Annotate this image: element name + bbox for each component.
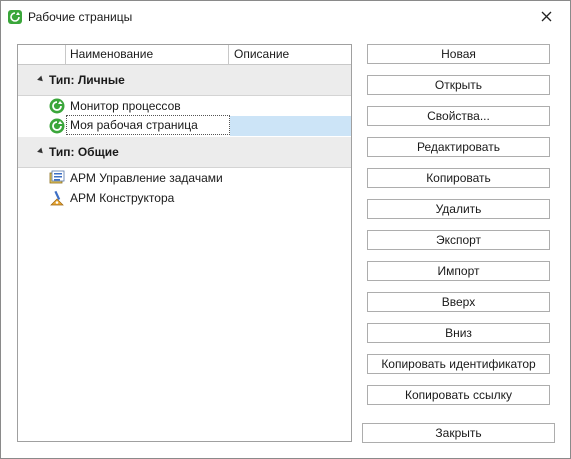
close-window-button[interactable]	[536, 7, 558, 27]
close-icon	[541, 11, 552, 22]
group-personal[interactable]: Тип: Личные	[18, 65, 351, 96]
table-row[interactable]: АРМ Конструктора	[18, 188, 351, 208]
table-row[interactable]: Монитор процессов	[18, 96, 351, 116]
row-name: Монитор процессов	[70, 99, 181, 113]
table-row[interactable]: АРМ Управление задачами	[18, 168, 351, 188]
move-up-button[interactable]: Вверх	[367, 292, 550, 312]
move-down-button[interactable]: Вниз	[367, 323, 550, 343]
group-label: Тип: Общие	[49, 145, 119, 159]
designer-icon	[50, 190, 64, 206]
dialog-window: Рабочие страницы Наименование Описание Т…	[0, 0, 571, 459]
open-button[interactable]: Открыть	[367, 75, 550, 95]
selection-highlight	[230, 116, 351, 136]
grid-header: Наименование Описание	[18, 45, 351, 65]
import-button[interactable]: Импорт	[367, 261, 550, 281]
row-name: Моя рабочая страница	[66, 115, 230, 135]
copy-button[interactable]: Копировать	[367, 168, 550, 188]
close-button[interactable]: Закрыть	[362, 423, 555, 443]
app-icon	[8, 10, 22, 24]
task-manager-icon	[49, 170, 65, 184]
group-shared[interactable]: Тип: Общие	[18, 137, 351, 168]
workpages-grid[interactable]: Наименование Описание Тип: Личные Монито…	[17, 44, 352, 442]
collapse-arrow-icon[interactable]	[37, 75, 45, 84]
group-label: Тип: Личные	[49, 73, 125, 87]
description-column-header[interactable]: Описание	[230, 45, 351, 64]
refresh-circle-icon	[49, 118, 65, 134]
window-title: Рабочие страницы	[28, 10, 133, 24]
refresh-circle-icon	[49, 98, 65, 114]
title-bar: Рабочие страницы	[1, 1, 570, 34]
indent-column-header	[18, 45, 66, 64]
export-button[interactable]: Экспорт	[367, 230, 550, 250]
edit-button[interactable]: Редактировать	[367, 137, 550, 157]
copy-link-button[interactable]: Копировать ссылку	[367, 385, 550, 405]
copy-id-button[interactable]: Копировать идентификатор	[367, 354, 550, 374]
row-name: АРМ Управление задачами	[70, 171, 223, 185]
table-row-selected[interactable]: Моя рабочая страница	[18, 115, 351, 136]
delete-button[interactable]: Удалить	[367, 199, 550, 219]
collapse-arrow-icon[interactable]	[37, 147, 45, 156]
name-column-header[interactable]: Наименование	[66, 45, 229, 64]
new-button[interactable]: Новая	[367, 44, 550, 64]
properties-button[interactable]: Свойства...	[367, 106, 550, 126]
row-name: АРМ Конструктора	[70, 191, 175, 205]
